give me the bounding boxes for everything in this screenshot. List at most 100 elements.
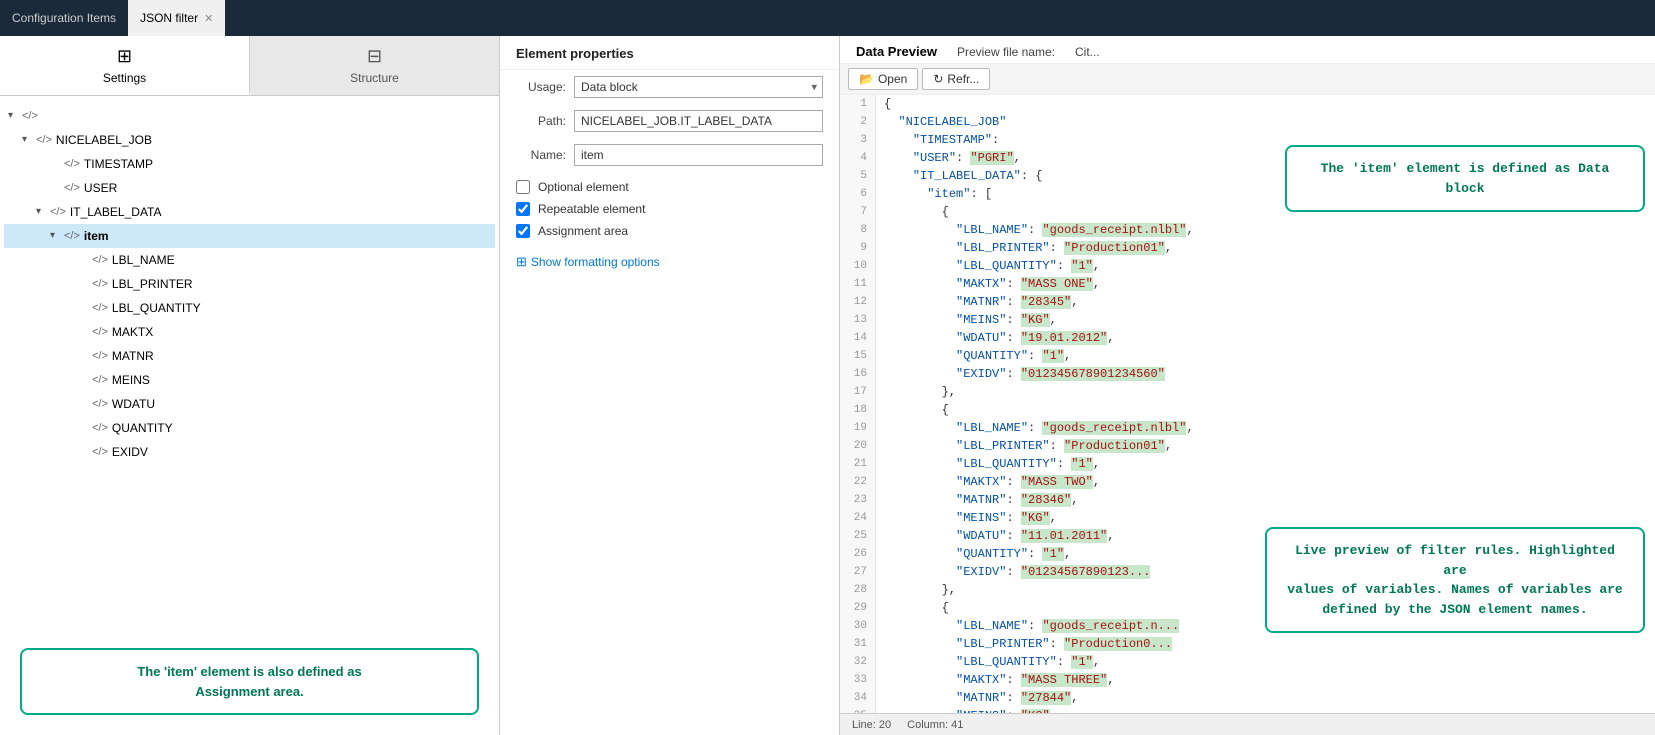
tab-configuration-items[interactable]: Configuration Items [0,0,128,36]
assignment-area-checkbox[interactable] [516,224,530,238]
tooltip-assignment-area: The 'item' element is also defined asAss… [20,648,479,715]
tree-item-nicelabel-job[interactable]: ▾ </> NICELABEL_JOB [4,128,495,152]
status-bar: Line: 20 Column: 41 [840,713,1655,735]
code-line-18: 18 { [840,401,1655,419]
tree-item-item[interactable]: ▾ </> item [4,224,495,248]
left-panel: ⊞ Settings ⊟ Structure ▾ </> ▾ </> NICEL… [0,36,500,735]
status-line: Line: 20 [852,719,891,731]
assignment-area-row: Assignment area [516,224,823,238]
formatting-link-label: Show formatting options [531,255,660,269]
path-row: Path: [500,104,839,138]
plus-icon: ⊞ [516,254,527,270]
tab-settings[interactable]: ⊞ Settings [0,36,250,95]
path-input[interactable] [574,110,823,132]
tab-json-filter[interactable]: JSON filter ✕ [128,0,225,36]
open-label: Open [878,72,907,86]
tree-item-meins[interactable]: </> MEINS [4,368,495,392]
panel-tabs: ⊞ Settings ⊟ Structure [0,36,499,96]
code-line-20: 20 "LBL_PRINTER": "Production01", [840,437,1655,455]
code-line-21: 21 "LBL_QUANTITY": "1", [840,455,1655,473]
status-column: Column: 41 [907,719,963,731]
code-line-35: 35 "MEINS": "KG", [840,707,1655,713]
show-formatting-options[interactable]: ⊞ Show formatting options [500,246,839,278]
preview-file-value: Cit... [1075,45,1100,59]
repeatable-element-checkbox[interactable] [516,202,530,216]
path-label: Path: [516,114,566,128]
close-icon[interactable]: ✕ [204,12,213,25]
usage-select-wrap: Data block [574,76,823,98]
code-line-12: 12 "MATNR": "28345", [840,293,1655,311]
settings-icon: ⊞ [117,46,132,67]
tree-item-it-label-data[interactable]: ▾ </> IT_LABEL_DATA [4,200,495,224]
tree-item-matnr[interactable]: </> MATNR [4,344,495,368]
chevron-down-icon: ▾ [50,226,64,246]
chevron-down-icon: ▾ [8,106,22,126]
main-content: ⊞ Settings ⊟ Structure ▾ </> ▾ </> NICEL… [0,36,1655,735]
tab-structure-label: Structure [350,71,399,85]
tab-settings-label: Settings [103,71,146,85]
tree-area: ▾ </> ▾ </> NICELABEL_JOB </> TIMESTAMP … [0,96,499,735]
assignment-area-label: Assignment area [538,224,628,238]
middle-panel: Element properties Usage: Data block Pat… [500,36,840,735]
name-row: Name: [500,138,839,172]
right-panel: Data Preview Preview file name: Cit... 📂… [840,36,1655,735]
structure-icon: ⊟ [367,46,382,67]
chevron-down-icon: ▾ [22,130,36,150]
tab-structure[interactable]: ⊟ Structure [250,36,499,95]
tooltip-data-block-text: The 'item' element is defined as Data bl… [1321,161,1610,196]
optional-element-row: Optional element [516,180,823,194]
optional-element-checkbox[interactable] [516,180,530,194]
code-line-15: 15 "QUANTITY": "1", [840,347,1655,365]
tree-item-user[interactable]: </> USER [4,176,495,200]
code-line-11: 11 "MAKTX": "MASS ONE", [840,275,1655,293]
tree-item-maktx[interactable]: </> MAKTX [4,320,495,344]
code-line-13: 13 "MEINS": "KG", [840,311,1655,329]
code-line-10: 10 "LBL_QUANTITY": "1", [840,257,1655,275]
usage-select[interactable]: Data block [574,76,823,98]
open-icon: 📂 [859,72,874,86]
tree-item-root[interactable]: ▾ </> [4,104,495,128]
code-area[interactable]: 1 { 2 "NICELABEL_JOB" 3 "TIMESTAMP": 4 "… [840,95,1655,713]
code-line-17: 17 }, [840,383,1655,401]
data-preview-title: Data Preview [856,44,937,59]
checkboxes-area: Optional element Repeatable element Assi… [500,172,839,246]
tree-item-lbl-quantity[interactable]: </> LBL_QUANTITY [4,296,495,320]
preview-toolbar: 📂 Open ↻ Refr... [840,64,1655,95]
refresh-icon: ↻ [933,72,943,86]
code-line-22: 22 "MAKTX": "MASS TWO", [840,473,1655,491]
tree-item-quantity[interactable]: </> QUANTITY [4,416,495,440]
code-line-8: 8 "LBL_NAME": "goods_receipt.nlbl", [840,221,1655,239]
code-line-32: 32 "LBL_QUANTITY": "1", [840,653,1655,671]
tooltip-data-block: The 'item' element is defined as Data bl… [1285,145,1645,212]
repeatable-element-label: Repeatable element [538,202,645,216]
tooltip-live-preview: Live preview of filter rules. Highlighte… [1265,527,1645,633]
usage-label: Usage: [516,80,566,94]
open-button[interactable]: 📂 Open [848,68,918,90]
repeatable-element-row: Repeatable element [516,202,823,216]
code-line-16: 16 "EXIDV": "012345678901234560" [840,365,1655,383]
refresh-button[interactable]: ↻ Refr... [922,68,990,90]
tree-item-timestamp[interactable]: </> TIMESTAMP [4,152,495,176]
code-line-31: 31 "LBL_PRINTER": "Production0... [840,635,1655,653]
tree-item-lbl-name[interactable]: </> LBL_NAME [4,248,495,272]
code-line-9: 9 "LBL_PRINTER": "Production01", [840,239,1655,257]
code-line-19: 19 "LBL_NAME": "goods_receipt.nlbl", [840,419,1655,437]
code-line-34: 34 "MATNR": "27844", [840,689,1655,707]
tab-json-filter-label: JSON filter [140,11,198,25]
code-line-2: 2 "NICELABEL_JOB" [840,113,1655,131]
tree-item-wdatu[interactable]: </> WDATU [4,392,495,416]
usage-row: Usage: Data block [500,70,839,104]
code-line-33: 33 "MAKTX": "MASS THREE", [840,671,1655,689]
code-line-14: 14 "WDATU": "19.01.2012", [840,329,1655,347]
tree-item-exidv[interactable]: </> EXIDV [4,440,495,464]
optional-element-label: Optional element [538,180,629,194]
tooltip-live-preview-text: Live preview of filter rules. Highlighte… [1287,543,1622,617]
code-line-24: 24 "MEINS": "KG", [840,509,1655,527]
code-line-1: 1 { [840,95,1655,113]
refresh-label: Refr... [947,72,979,86]
preview-file-label: Preview file name: [957,45,1055,59]
name-label: Name: [516,148,566,162]
name-input[interactable] [574,144,823,166]
tree-item-lbl-printer[interactable]: </> LBL_PRINTER [4,272,495,296]
title-bar: Configuration Items JSON filter ✕ [0,0,1655,36]
